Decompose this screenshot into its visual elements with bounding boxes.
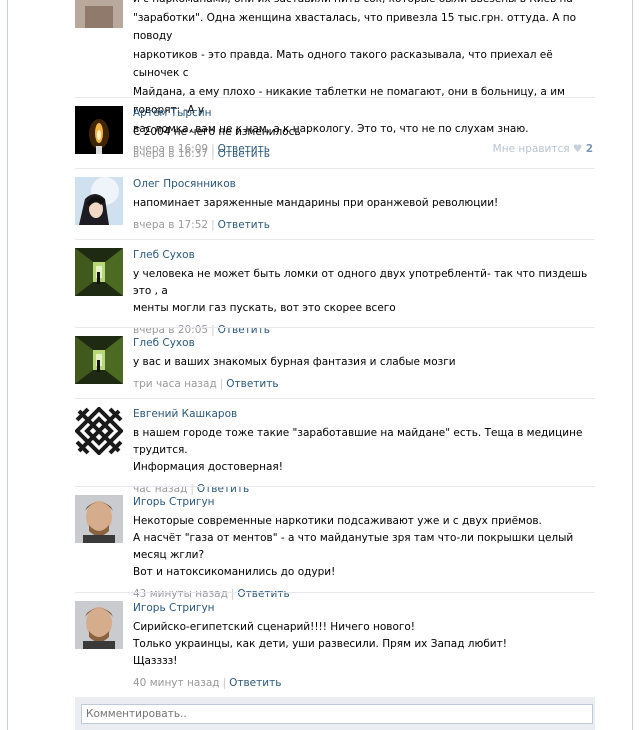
comment-text: Сирийско-египетский сценарий!!!! Ничего … (133, 621, 507, 667)
comment-input[interactable] (81, 704, 593, 724)
comment-meta: вчера в 17:52 | Ответить (133, 219, 270, 231)
comment-time[interactable]: вчера в 16:37 (133, 148, 208, 160)
reply-link[interactable]: Ответить (218, 324, 270, 336)
comment-author[interactable]: Игорь Стригун (133, 601, 593, 615)
reply-link[interactable]: Ответить (197, 483, 249, 495)
comment-author[interactable]: Глеб Сухов (133, 248, 593, 262)
comment-meta: 40 минут назад | Ответить (133, 677, 282, 689)
comment-time[interactable]: 40 минут назад (133, 677, 220, 689)
comment-time[interactable]: вчера в 20:05 (133, 324, 208, 336)
avatar[interactable] (75, 495, 123, 543)
avatar[interactable] (75, 248, 123, 296)
comment-author[interactable]: Артём Тырсин (133, 106, 593, 120)
comment-time[interactable]: 43 минуты назад (133, 588, 228, 600)
comment-meta: вчера в 20:05 | Ответить (133, 324, 270, 336)
reply-link[interactable]: Ответить (237, 588, 289, 600)
divider (75, 97, 595, 98)
celtic-knot-avatar-image (75, 407, 123, 455)
comment-text: С 2004 не чего не изменилось (133, 126, 301, 138)
portrait-avatar-image (75, 601, 123, 649)
divider (75, 486, 595, 487)
comment-meta: вчера в 16:37 | Ответить (133, 148, 270, 160)
divider (75, 398, 595, 399)
corridor-avatar-image (75, 336, 123, 384)
reply-link[interactable]: Ответить (229, 677, 281, 689)
avatar[interactable] (75, 106, 123, 154)
comment-time[interactable]: час назад (133, 483, 187, 495)
candle-avatar-image (75, 106, 123, 154)
comment-time[interactable]: три часа назад (133, 378, 217, 390)
divider (75, 239, 595, 240)
reply-link[interactable]: Ответить (218, 148, 270, 160)
divider (75, 327, 595, 328)
corridor-avatar-image (75, 248, 123, 296)
comment-author[interactable]: Игорь Стригун (133, 495, 593, 509)
comment-meta: 43 минуты назад | Ответить (133, 588, 290, 600)
portrait-avatar-image (75, 495, 123, 543)
comment-text: у вас и ваших знакомых бурная фантазия и… (133, 356, 456, 368)
avatar[interactable] (75, 336, 123, 384)
comment-text: Некоторые современные наркотики подсажив… (133, 515, 574, 578)
avatar[interactable] (75, 407, 123, 455)
avatar[interactable] (75, 177, 123, 225)
comment-time[interactable]: вчера в 17:52 (133, 219, 208, 231)
comment-text: в нашем городе тоже такие "заработавшие … (133, 427, 583, 473)
divider (75, 592, 595, 593)
reply-link[interactable]: Ответить (218, 219, 270, 231)
comment-text: у человека не может быть ломки от одного… (133, 268, 588, 314)
comment-text: напоминает заряженные мандарины при оран… (133, 197, 499, 209)
reply-link[interactable]: Ответить (226, 378, 278, 390)
divider (75, 168, 595, 169)
comment-meta: три часа назад | Ответить (133, 378, 279, 390)
comment-author[interactable]: Глеб Сухов (133, 336, 593, 350)
avatar[interactable] (75, 0, 123, 28)
comment-author[interactable]: Евгений Кашкаров (133, 407, 593, 421)
comment-author[interactable]: Олег Просянников (133, 177, 593, 191)
comment-meta: час назад | Ответить (133, 483, 250, 495)
avatar[interactable] (75, 601, 123, 649)
anime-avatar-image (75, 177, 123, 225)
comment-form (75, 697, 595, 730)
